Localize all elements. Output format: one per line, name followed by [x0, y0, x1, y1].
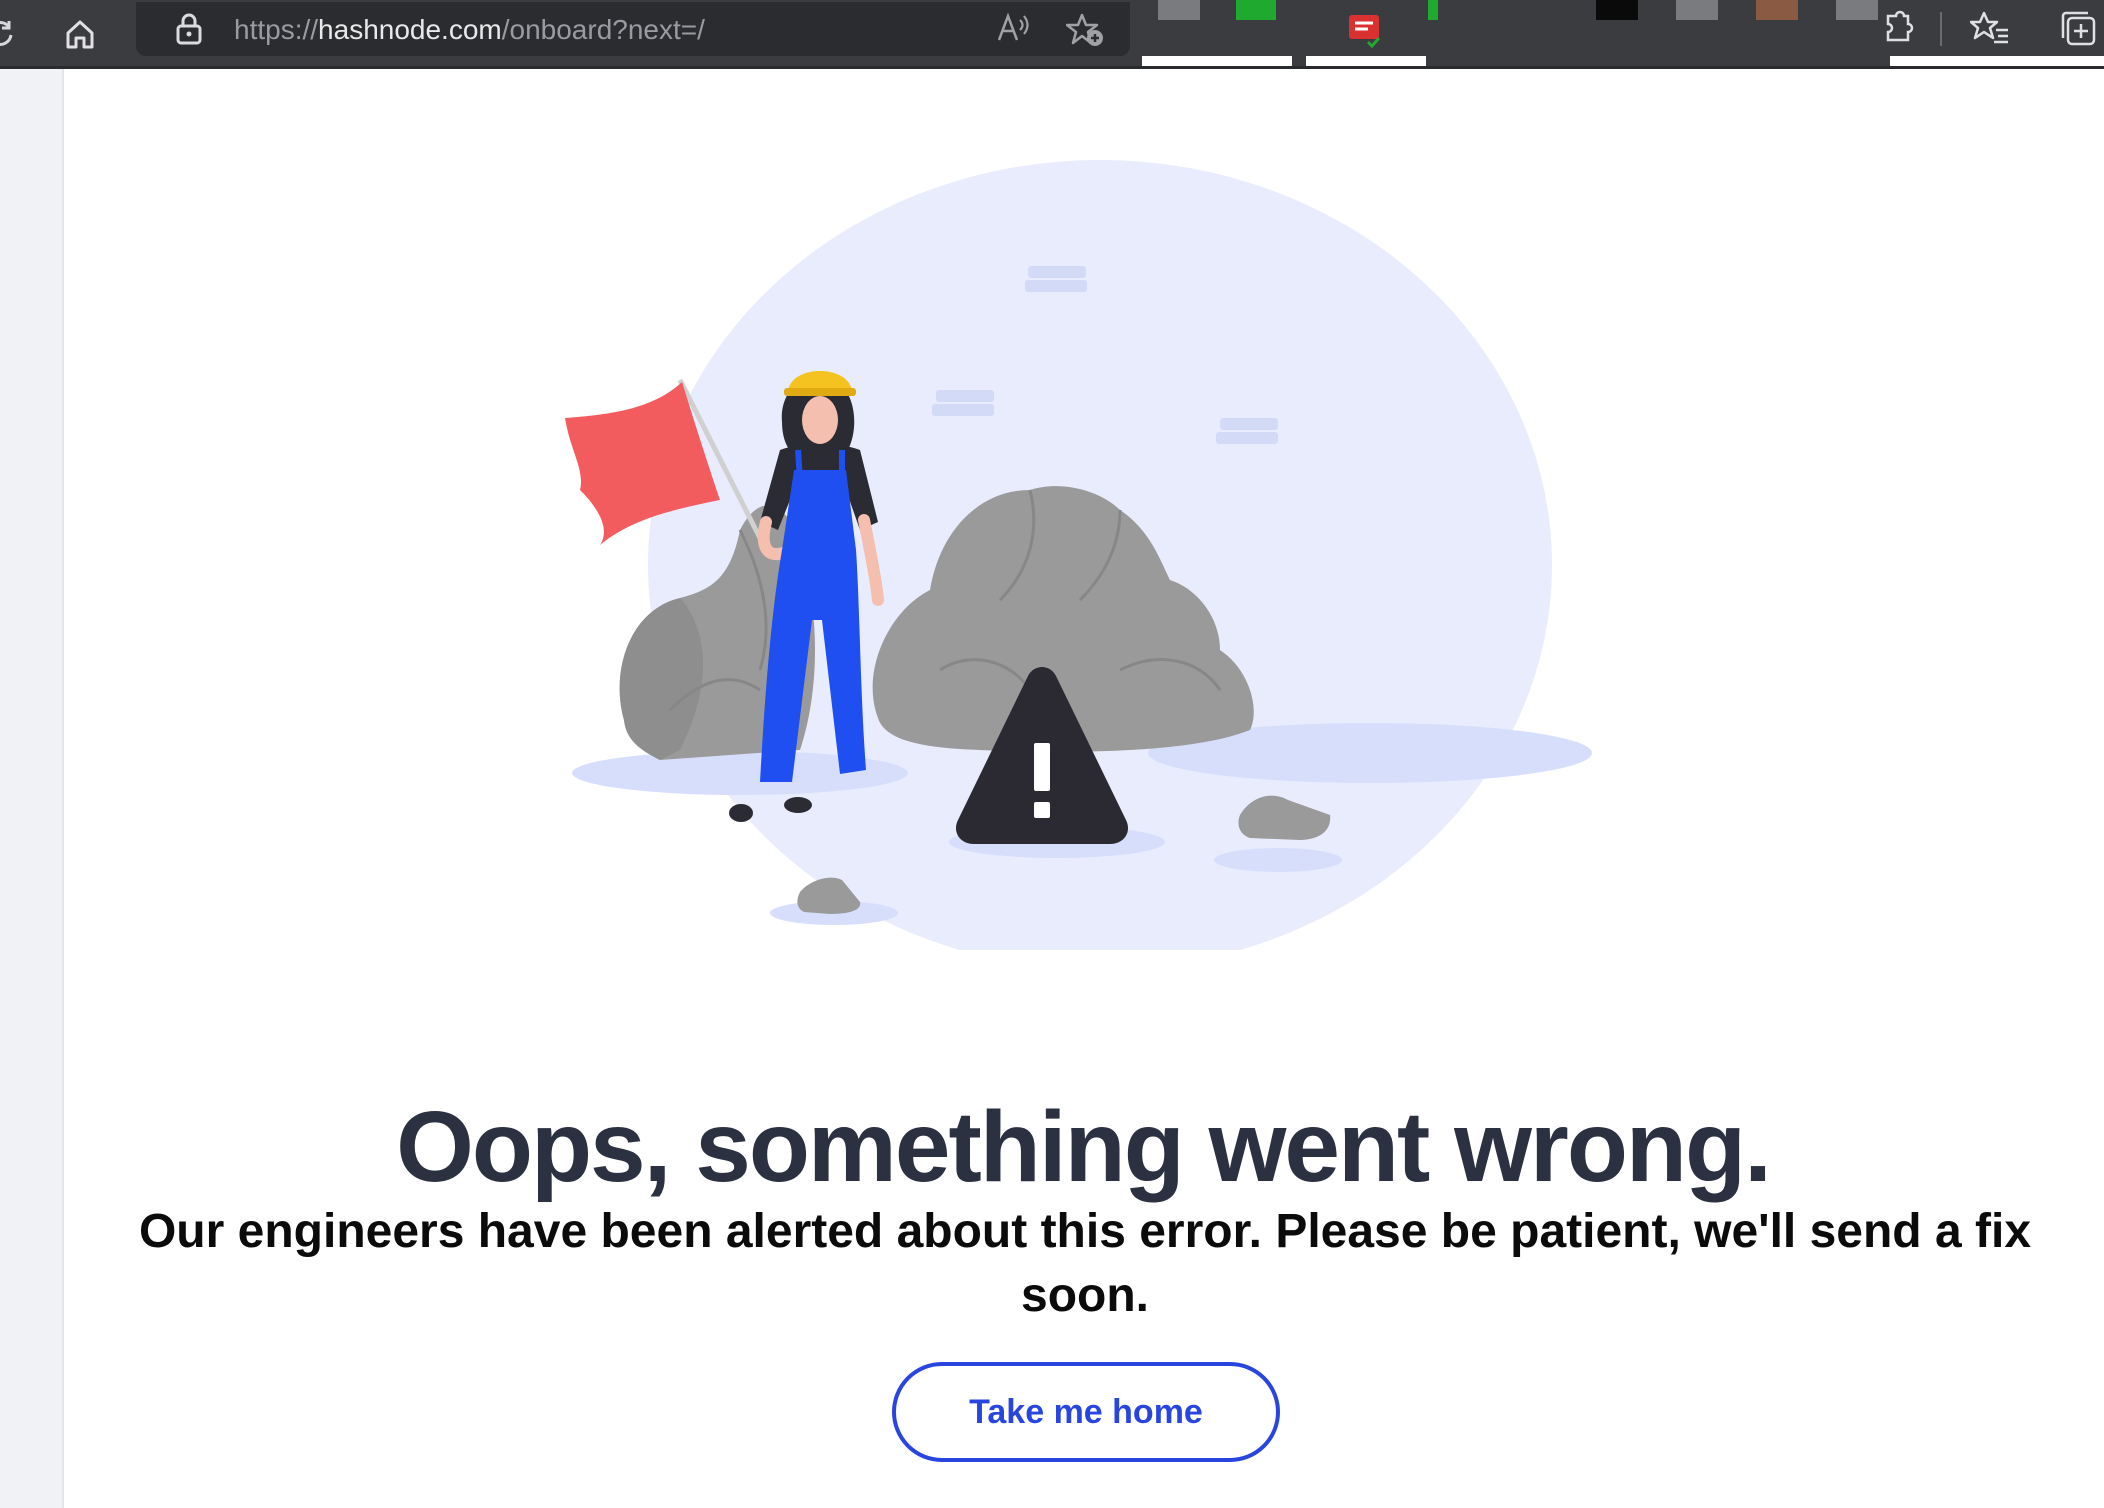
address-bar[interactable]: https://hashnode.com/onboard?next=/ [136, 2, 1130, 56]
extension-icon[interactable] [1756, 0, 1798, 20]
url-host: hashnode.com [318, 14, 502, 45]
extension-icon[interactable] [1158, 0, 1200, 20]
extension-icon[interactable] [1596, 0, 1638, 20]
home-icon[interactable] [54, 8, 106, 60]
error-illustration [560, 150, 1600, 970]
error-message: Our engineers have been alerted about th… [138, 1205, 2032, 1322]
lock-icon[interactable] [174, 12, 204, 51]
url-path: /onboard?next=/ [501, 14, 705, 45]
toolbar-divider [1940, 12, 1942, 46]
take-me-home-button[interactable]: Take me home [892, 1362, 1280, 1462]
browser-toolbar: https://hashnode.com/onboard?next=/ [0, 0, 2104, 69]
tab-indicator [1142, 56, 1292, 66]
reading-list-icon[interactable] [1346, 12, 1382, 53]
reload-icon[interactable] [0, 8, 26, 60]
tab-indicator [1306, 56, 1426, 66]
extension-icon[interactable] [1676, 0, 1718, 20]
url-text: https://hashnode.com/onboard?next=/ [234, 14, 705, 46]
error-headline: Oops, something went wrong. [396, 1091, 1772, 1203]
extension-icon[interactable] [1236, 0, 1276, 20]
extension-icon[interactable] [1428, 0, 1438, 20]
favorites-icon[interactable] [1969, 10, 2010, 51]
url-scheme: https:// [234, 14, 319, 45]
extensions-icon[interactable] [1882, 10, 1916, 51]
extension-icon[interactable] [1836, 0, 1878, 20]
read-aloud-icon[interactable] [996, 12, 1032, 49]
sidebar-strip [0, 69, 64, 1508]
collections-icon[interactable] [2060, 10, 2100, 53]
tab-indicator [1890, 56, 2104, 66]
add-favorite-icon[interactable] [1065, 12, 1106, 53]
